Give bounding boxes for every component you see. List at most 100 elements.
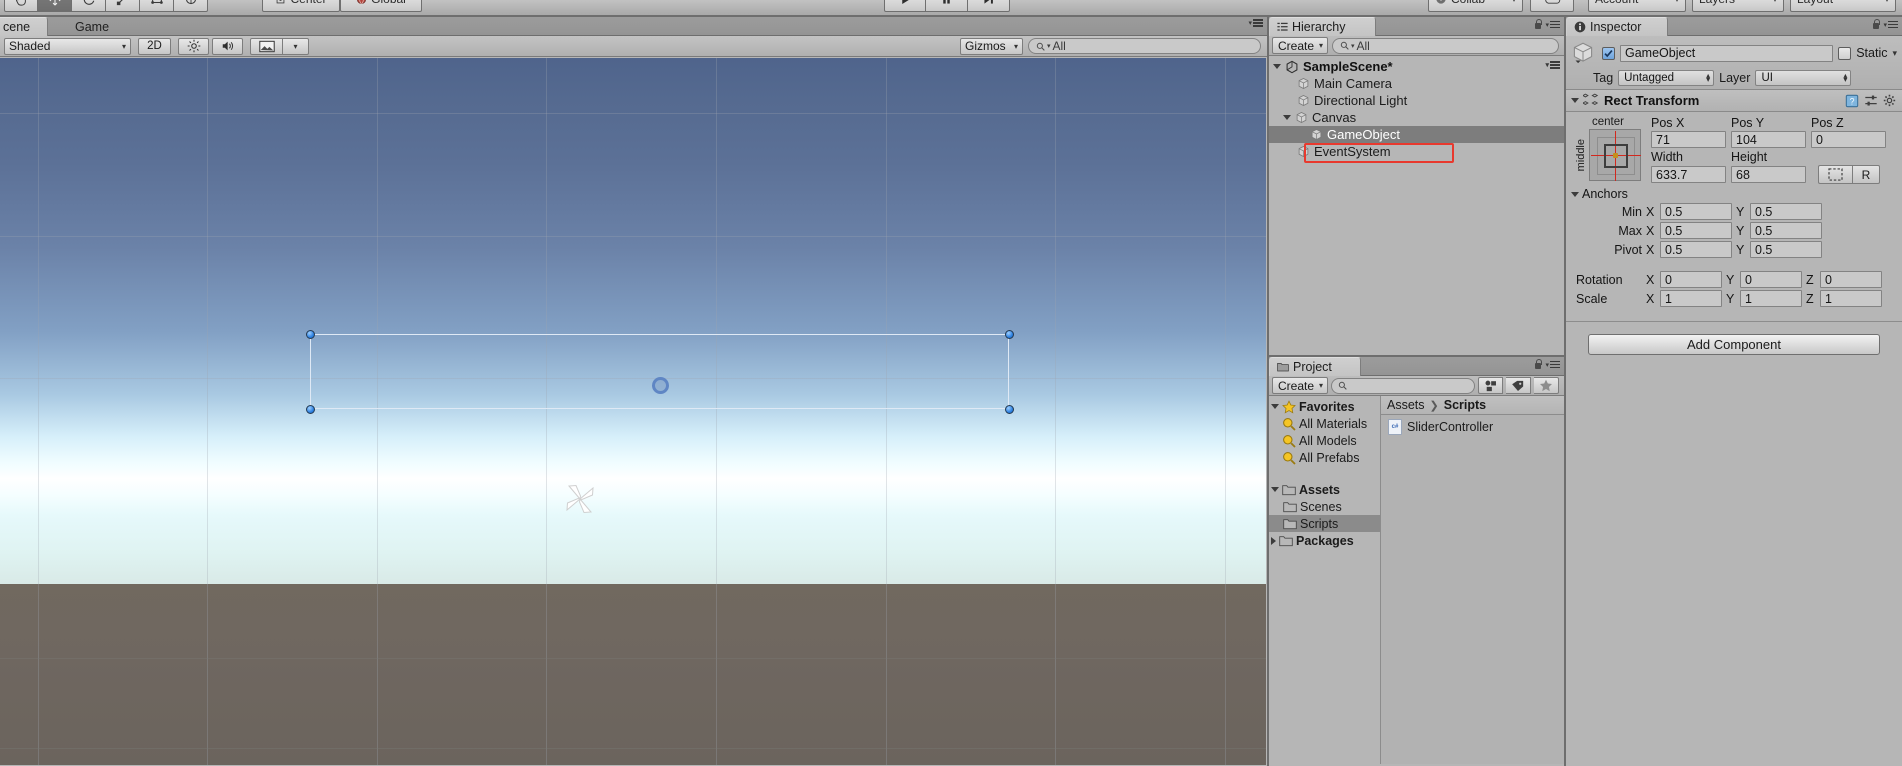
move-tool-button[interactable] xyxy=(38,0,72,12)
rect-tool-button[interactable] xyxy=(140,0,174,12)
pivot-x-input[interactable]: 0.5 xyxy=(1660,241,1732,258)
hierarchy-tree[interactable]: SampleScene* ▾ Main Camera Directional L… xyxy=(1269,56,1564,355)
project-options-menu-icon[interactable]: ▾ xyxy=(1545,360,1560,369)
width-input[interactable]: 633.7 xyxy=(1651,166,1726,183)
lock-icon[interactable] xyxy=(1871,19,1880,30)
pivot-y-input[interactable]: 0.5 xyxy=(1750,241,1822,258)
hierarchy-item-gameobject[interactable]: GameObject xyxy=(1269,126,1564,143)
gameobject-enabled-checkbox[interactable] xyxy=(1602,46,1615,60)
layer-dropdown[interactable]: UI ▴ ▾ xyxy=(1755,70,1852,86)
project-tree-all-materials[interactable]: All Materials xyxy=(1269,415,1380,432)
tab-game[interactable]: Game xyxy=(53,17,119,36)
scene-effects-button[interactable] xyxy=(250,37,283,55)
rotation-x-input[interactable]: 0 xyxy=(1660,271,1722,288)
project-content[interactable]: Assets ❯ Scripts c# SliderController xyxy=(1381,396,1564,764)
scene-tab-icons[interactable]: ▾ xyxy=(1248,19,1263,27)
lock-icon[interactable] xyxy=(1533,19,1542,30)
project-tree-assets[interactable]: Assets xyxy=(1269,481,1380,498)
scale-y-input[interactable]: 1 xyxy=(1740,290,1802,307)
chevron-down-icon[interactable] xyxy=(1271,404,1279,409)
2d-toggle-button[interactable]: 2D xyxy=(138,37,171,55)
project-tree-all-prefabs[interactable]: All Prefabs xyxy=(1269,449,1380,466)
scene-audio-button[interactable] xyxy=(212,37,243,55)
anchor-preset-button[interactable] xyxy=(1589,129,1641,181)
layout-button[interactable]: Layout ▾ xyxy=(1790,0,1896,12)
anchor-min-y-input[interactable]: 0.5 xyxy=(1750,203,1822,220)
anchor-max-x-input[interactable]: 0.5 xyxy=(1660,222,1732,239)
static-checkbox[interactable] xyxy=(1838,46,1852,60)
anchor-min-x-input[interactable]: 0.5 xyxy=(1660,203,1732,220)
project-tree-scenes[interactable]: Scenes xyxy=(1269,498,1380,515)
tab-scene[interactable]: cene xyxy=(0,17,48,36)
scene-canvas[interactable] xyxy=(0,58,1266,765)
scene-search-input[interactable]: ▾ All xyxy=(1028,38,1261,54)
gameobject-name-input[interactable]: GameObject xyxy=(1620,44,1834,62)
project-tree-all-models[interactable]: All Models xyxy=(1269,432,1380,449)
tab-inspector[interactable]: Inspector xyxy=(1566,17,1668,36)
pos-y-input[interactable]: 104 xyxy=(1731,131,1806,148)
pos-x-input[interactable]: 71 xyxy=(1651,131,1726,148)
pivot-rotation-button[interactable]: Global xyxy=(340,0,422,12)
project-tree-packages[interactable]: Packages xyxy=(1269,532,1380,549)
scene-effects-dropdown[interactable]: ▾ xyxy=(283,37,309,55)
transform-tool-button[interactable] xyxy=(174,0,208,12)
scale-tool-button[interactable] xyxy=(106,0,140,12)
project-tree-favorites[interactable]: Favorites xyxy=(1269,398,1380,415)
scale-x-input[interactable]: 1 xyxy=(1660,290,1722,307)
step-button[interactable] xyxy=(968,0,1010,12)
scene-row-menu-icon[interactable]: ▾ xyxy=(1545,61,1560,69)
hierarchy-scene-row[interactable]: SampleScene* ▾ xyxy=(1269,58,1564,75)
pivot-mode-button[interactable]: Center xyxy=(262,0,340,12)
project-search-input[interactable] xyxy=(1331,377,1475,394)
project-tree[interactable]: Favorites All Materials All Models All P… xyxy=(1269,396,1381,764)
tab-project[interactable]: Project xyxy=(1269,357,1361,376)
filter-by-type-button[interactable] xyxy=(1478,377,1503,394)
rect-transform-header[interactable]: Rect Transform ? xyxy=(1566,90,1902,112)
hierarchy-item-main-camera[interactable]: Main Camera xyxy=(1269,75,1564,92)
breadcrumb-scripts[interactable]: Scripts xyxy=(1444,398,1486,412)
hierarchy-item-canvas[interactable]: Canvas xyxy=(1269,109,1564,126)
scene-options-menu-icon[interactable]: ▾ xyxy=(1248,19,1263,27)
draw-mode-dropdown[interactable]: Shaded ▾ xyxy=(4,37,131,55)
hierarchy-item-directional-light[interactable]: Directional Light xyxy=(1269,92,1564,109)
chevron-down-icon[interactable] xyxy=(1571,98,1579,103)
pause-button[interactable] xyxy=(926,0,968,12)
play-button[interactable] xyxy=(884,0,926,12)
raw-edit-button[interactable]: R xyxy=(1852,165,1880,184)
rect-handle-bottom-left[interactable] xyxy=(306,405,315,414)
rect-handle-top-right[interactable] xyxy=(1005,330,1014,339)
hierarchy-options-menu-icon[interactable]: ▾ xyxy=(1545,20,1560,29)
hierarchy-tab-icons[interactable]: ▾ xyxy=(1533,19,1560,30)
blueprint-mode-button[interactable] xyxy=(1818,165,1852,184)
project-create-button[interactable]: Create ▾ xyxy=(1272,377,1328,394)
hierarchy-item-eventsystem[interactable]: EventSystem xyxy=(1269,143,1564,160)
rotation-y-input[interactable]: 0 xyxy=(1740,271,1802,288)
scene-lighting-button[interactable] xyxy=(178,37,209,55)
pos-z-input[interactable]: 0 xyxy=(1811,131,1886,148)
inspector-options-menu-icon[interactable]: ▾ xyxy=(1883,20,1898,29)
account-button[interactable]: Account ▾ xyxy=(1588,0,1686,12)
favorites-filter-button[interactable] xyxy=(1534,377,1559,394)
anchor-max-y-input[interactable]: 0.5 xyxy=(1750,222,1822,239)
hand-tool-button[interactable] xyxy=(4,0,38,12)
transform-tools-group[interactable] xyxy=(4,0,208,12)
chevron-down-icon[interactable] xyxy=(1271,487,1279,492)
cloud-button[interactable] xyxy=(1530,0,1574,12)
rotation-z-input[interactable]: 0 xyxy=(1820,271,1882,288)
add-component-button[interactable]: Add Component xyxy=(1588,334,1880,355)
play-controls-group[interactable] xyxy=(884,0,1010,12)
inspector-tab-icons[interactable]: ▾ xyxy=(1871,19,1898,30)
chevron-right-icon[interactable] xyxy=(1271,536,1276,545)
pivot-gizmo[interactable] xyxy=(652,377,669,394)
static-dropdown-chevron-icon[interactable]: ▾ xyxy=(1892,48,1897,59)
project-tab-icons[interactable]: ▾ xyxy=(1533,359,1560,370)
selection-rect[interactable] xyxy=(310,334,1009,409)
gizmos-dropdown[interactable]: Gizmos ▾ xyxy=(960,37,1023,55)
rect-handle-bottom-right[interactable] xyxy=(1005,405,1014,414)
layers-button[interactable]: Layers ▾ xyxy=(1692,0,1784,12)
filter-by-label-button[interactable] xyxy=(1506,377,1531,394)
rect-handle-top-left[interactable] xyxy=(306,330,315,339)
rotate-tool-button[interactable] xyxy=(72,0,106,12)
anchors-foldout[interactable]: Anchors xyxy=(1571,187,1897,201)
project-tree-scripts[interactable]: Scripts xyxy=(1269,515,1380,532)
